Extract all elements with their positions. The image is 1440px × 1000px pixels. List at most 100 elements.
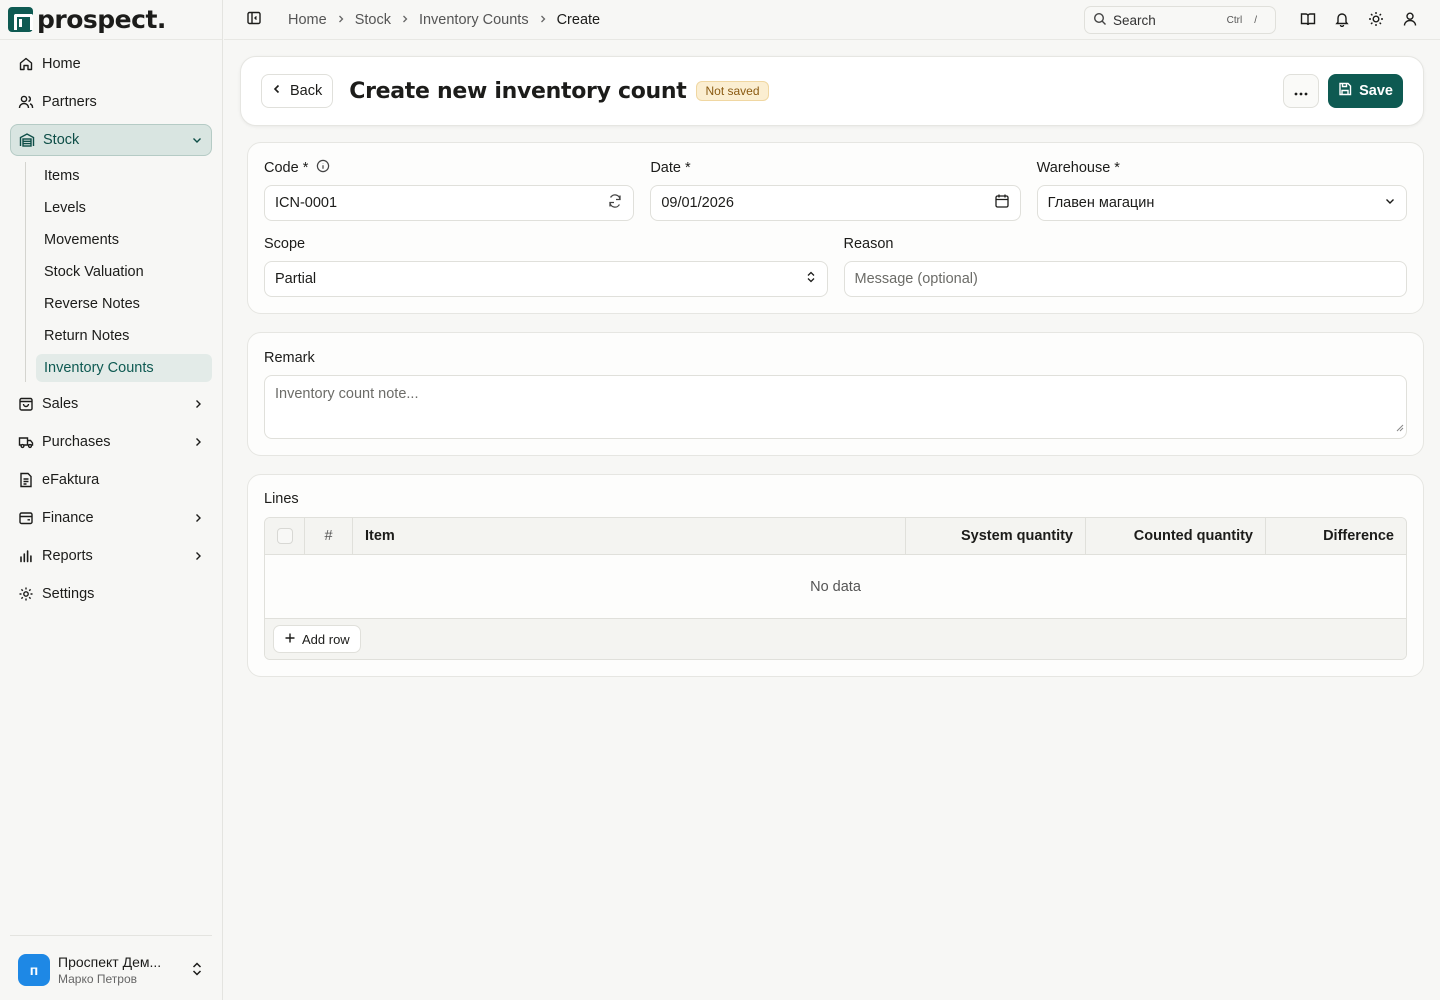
lines-card: Lines # Item System quantity Counted qua… bbox=[247, 474, 1424, 677]
reason-field: Reason Message (optional) bbox=[843, 235, 1407, 297]
back-label: Back bbox=[290, 83, 323, 99]
chevron-right-icon bbox=[192, 550, 204, 562]
sidebar-subitem-inventory-counts[interactable]: Inventory Counts bbox=[36, 354, 212, 382]
code-input[interactable]: ICN-0001 bbox=[264, 185, 635, 221]
add-row-label: Add row bbox=[302, 631, 350, 647]
user-icon[interactable] bbox=[1402, 11, 1418, 30]
logo-text: prospect. bbox=[37, 5, 166, 34]
account-name: Проспект Дем... bbox=[58, 954, 162, 970]
warehouse-select[interactable]: Главен магацин bbox=[1036, 185, 1407, 221]
account-user: Марко Петров bbox=[58, 972, 137, 986]
remark-field: Remark Inventory count note... bbox=[264, 349, 1407, 439]
sidebar-toggle-icon[interactable] bbox=[246, 10, 262, 29]
book-icon[interactable] bbox=[1300, 11, 1316, 30]
table-footer: Add row bbox=[265, 619, 1406, 659]
truck-icon bbox=[18, 434, 34, 450]
sidebar-subitem-levels[interactable]: Levels bbox=[36, 194, 212, 222]
save-label: Save bbox=[1359, 83, 1393, 99]
sidebar-subitem-reverse-notes[interactable]: Reverse Notes bbox=[36, 290, 212, 318]
sidebar-item-label: eFaktura bbox=[42, 472, 100, 488]
empty-state: No data bbox=[265, 555, 1406, 619]
main-content: Back Create new inventory count Not save… bbox=[240, 56, 1424, 677]
back-button[interactable]: Back bbox=[261, 74, 334, 108]
sidebar-subitem-movements[interactable]: Movements bbox=[36, 226, 212, 254]
chevron-down-icon bbox=[1384, 195, 1396, 211]
sidebar-item-reports[interactable]: Reports bbox=[10, 540, 212, 572]
sidebar-item-home[interactable]: Home bbox=[10, 48, 212, 80]
sidebar-item-sales[interactable]: Sales bbox=[10, 388, 212, 420]
info-icon[interactable] bbox=[316, 159, 330, 177]
column-header-counted-quantity[interactable]: Counted quantity bbox=[1086, 518, 1266, 554]
remark-textarea[interactable]: Inventory count note... bbox=[264, 375, 1407, 439]
remark-placeholder: Inventory count note... bbox=[275, 386, 419, 402]
sidebar-item-label: Stock bbox=[43, 132, 80, 148]
sidebar-item-label: Reports bbox=[42, 548, 93, 564]
sidebar-item-stock[interactable]: Stock bbox=[10, 124, 212, 156]
sidebar-item-finance[interactable]: Finance bbox=[10, 502, 212, 534]
shopping-bag-icon bbox=[18, 396, 34, 412]
scope-value: Partial bbox=[275, 271, 317, 287]
stock-submenu: Items Levels Movements Stock Valuation R… bbox=[25, 162, 212, 382]
code-label-text: Code * bbox=[264, 160, 309, 176]
chevron-right-icon bbox=[192, 512, 204, 524]
search-label: Search bbox=[1113, 12, 1156, 28]
form-row-1: Code * ICN-0001 Date * 09/01/2026 Wareho… bbox=[264, 159, 1407, 221]
chevrons-up-down-icon bbox=[805, 270, 817, 288]
breadcrumb-home[interactable]: Home bbox=[288, 12, 327, 28]
date-input[interactable]: 09/01/2026 bbox=[650, 185, 1021, 221]
remark-label: Remark bbox=[264, 350, 315, 366]
search-icon bbox=[1093, 12, 1107, 29]
sidebar-item-settings[interactable]: Settings bbox=[10, 578, 212, 610]
breadcrumb-current: Create bbox=[556, 11, 601, 28]
breadcrumb-inventory-counts[interactable]: Inventory Counts bbox=[419, 12, 529, 28]
lines-title: Lines bbox=[264, 491, 299, 507]
sidebar-subitem-stock-valuation[interactable]: Stock Valuation bbox=[36, 258, 212, 286]
bell-icon[interactable] bbox=[1334, 11, 1350, 30]
warehouse-value: Главен магацин bbox=[1047, 195, 1155, 211]
save-icon bbox=[1338, 82, 1352, 100]
warehouse-icon bbox=[19, 132, 35, 148]
column-header-number: # bbox=[305, 518, 353, 554]
reason-label: Reason bbox=[843, 236, 894, 252]
sidebar-item-label: Purchases bbox=[42, 434, 111, 450]
warehouse-label: Warehouse * bbox=[1036, 160, 1120, 176]
shortcut-slash: / bbox=[1254, 14, 1257, 26]
select-all-checkbox[interactable] bbox=[276, 528, 293, 544]
add-row-button[interactable]: Add row bbox=[273, 625, 361, 653]
sidebar-item-partners[interactable]: Partners bbox=[10, 86, 212, 118]
breadcrumb-stock[interactable]: Stock bbox=[355, 12, 391, 28]
sidebar-nav: Home Partners Stock Items Levels Movemen… bbox=[0, 40, 222, 624]
more-actions-button[interactable] bbox=[1283, 74, 1320, 108]
reason-input[interactable]: Message (optional) bbox=[843, 261, 1407, 297]
lines-table: # Item System quantity Counted quantity … bbox=[264, 517, 1407, 660]
chevron-right-icon bbox=[192, 436, 204, 448]
column-header-item[interactable]: Item bbox=[353, 518, 906, 554]
account-switcher[interactable]: п Проспект Дем... Марко Петров bbox=[10, 935, 212, 986]
save-button[interactable]: Save bbox=[1328, 74, 1403, 108]
resize-handle-icon[interactable] bbox=[1396, 420, 1404, 436]
sidebar-subitem-return-notes[interactable]: Return Notes bbox=[36, 322, 212, 350]
reason-placeholder: Message (optional) bbox=[854, 271, 978, 287]
column-header-system-quantity[interactable]: System quantity bbox=[906, 518, 1086, 554]
code-value: ICN-0001 bbox=[275, 195, 338, 211]
sidebar-item-purchases[interactable]: Purchases bbox=[10, 426, 212, 458]
search-input[interactable]: Search Ctrl / bbox=[1084, 6, 1276, 34]
sidebar-subitem-items[interactable]: Items bbox=[36, 162, 212, 190]
account-text: Проспект Дем... Марко Петров bbox=[58, 954, 190, 986]
sidebar-item-efaktura[interactable]: eFaktura bbox=[10, 464, 212, 496]
calendar-icon[interactable] bbox=[994, 193, 1010, 213]
sun-icon[interactable] bbox=[1368, 11, 1384, 30]
code-field: Code * ICN-0001 bbox=[264, 159, 635, 221]
chevron-left-icon bbox=[272, 83, 282, 99]
chevrons-up-down-icon bbox=[190, 961, 204, 980]
logo[interactable]: prospect. bbox=[0, 0, 222, 40]
home-icon bbox=[18, 56, 34, 72]
column-header-difference[interactable]: Difference bbox=[1266, 518, 1406, 554]
chevron-right-icon bbox=[400, 13, 410, 27]
plus-icon bbox=[284, 632, 296, 647]
wallet-icon bbox=[18, 510, 34, 526]
scope-field: Scope Partial bbox=[264, 235, 828, 297]
table-header: # Item System quantity Counted quantity … bbox=[265, 518, 1406, 555]
refresh-icon[interactable] bbox=[607, 193, 623, 213]
scope-select[interactable]: Partial bbox=[264, 261, 828, 297]
